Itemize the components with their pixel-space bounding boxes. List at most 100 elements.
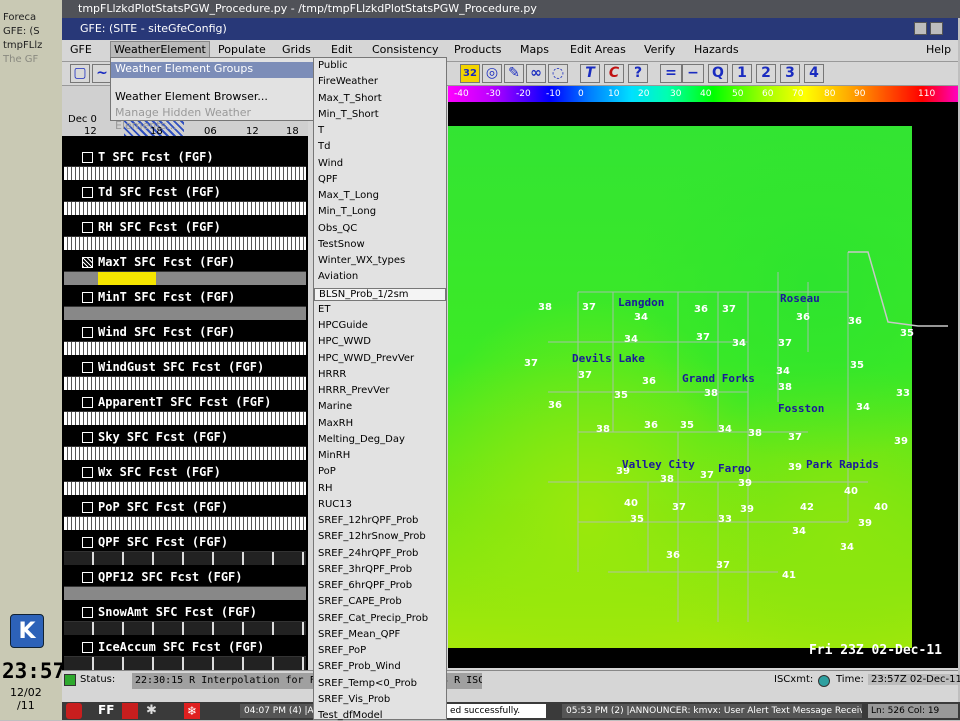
t-button[interactable]: T <box>580 64 600 83</box>
submenu-item[interactable]: SREF_Prob_Wind <box>318 661 401 672</box>
element-row[interactable]: T SFC Fcst (FGF) <box>62 148 308 183</box>
element-checkbox[interactable] <box>82 222 93 233</box>
view-2-button[interactable]: 2 <box>756 64 776 83</box>
grid-32-button[interactable]: 32 <box>460 64 480 83</box>
submenu-item[interactable]: SREF_Mean_QPF <box>318 629 400 640</box>
submenu-item[interactable]: Winter_WX_types <box>318 255 405 266</box>
element-checkbox[interactable] <box>82 607 93 618</box>
view-1-button[interactable]: 1 <box>732 64 752 83</box>
element-checkbox[interactable] <box>82 152 93 163</box>
menu-item-weather-element-browser[interactable]: Weather Element Browser... <box>115 90 268 103</box>
submenu-item[interactable]: RUC13 <box>318 499 352 510</box>
element-row[interactable]: QPF12 SFC Fcst (FGF) <box>62 568 308 603</box>
grid-strip[interactable] <box>64 551 306 565</box>
kde-icon[interactable]: K <box>10 614 44 648</box>
ff-label[interactable]: FF <box>98 703 114 717</box>
help-button[interactable]: ? <box>628 64 648 83</box>
snow-icon[interactable]: ❄ <box>184 703 200 719</box>
color-bar[interactable]: -40 -30 -20 -10 0 10 20 30 40 50 60 70 8… <box>448 86 958 102</box>
grid-strip[interactable] <box>64 656 306 670</box>
submenu-item[interactable]: RH <box>318 483 332 494</box>
menu-verify[interactable]: Verify <box>644 43 675 56</box>
submenu-item[interactable]: SREF_12hrSnow_Prob <box>318 531 426 542</box>
element-row[interactable]: ApparentT SFC Fcst (FGF) <box>62 393 308 428</box>
submenu-item[interactable]: Public <box>318 60 348 71</box>
element-checkbox[interactable] <box>82 292 93 303</box>
submenu-item[interactable]: Aviation <box>318 271 358 282</box>
menu-hazards[interactable]: Hazards <box>694 43 739 56</box>
app-icon[interactable] <box>66 703 82 719</box>
iscxmt-indicator-icon[interactable] <box>818 675 830 687</box>
element-row[interactable]: Sky SFC Fcst (FGF) <box>62 428 308 463</box>
select-tool-icon[interactable]: ▢ <box>70 64 90 83</box>
submenu-item[interactable]: BLSN_Prob_1/2sm <box>314 287 446 301</box>
submenu-item[interactable]: Max_T_Short <box>318 93 382 104</box>
submenu-item[interactable]: SREF_6hrQPF_Prob <box>318 580 412 591</box>
minus-icon[interactable]: − <box>682 64 704 83</box>
grid-strip[interactable] <box>64 271 306 285</box>
task-gfe[interactable]: GFE: (S <box>3 26 40 37</box>
element-row[interactable]: Wx SFC Fcst (FGF) <box>62 463 308 498</box>
task-gf[interactable]: The GF <box>3 54 38 65</box>
menu-app-icon[interactable] <box>122 703 138 719</box>
gear-icon[interactable]: ✱ <box>146 703 157 718</box>
pencil-icon[interactable]: ✎ <box>504 64 524 83</box>
submenu-item[interactable]: Test_dfModel <box>318 710 383 721</box>
element-checkbox[interactable] <box>82 642 93 653</box>
grid-strip[interactable] <box>64 411 306 425</box>
grid-strip[interactable] <box>64 166 306 180</box>
menu-grids[interactable]: Grids <box>282 43 311 56</box>
submenu-item[interactable]: PoP <box>318 466 336 477</box>
submenu-item[interactable]: HPC_WWD_PrevVer <box>318 353 414 364</box>
element-checkbox[interactable] <box>82 467 93 478</box>
element-row[interactable]: MinT SFC Fcst (FGF) <box>62 288 308 323</box>
element-checkbox[interactable] <box>82 537 93 548</box>
task-item[interactable]: 05:53 PM (2) |ANNOUNCER: kmvx: User Aler… <box>562 704 862 718</box>
submenu-item[interactable]: HPC_WWD <box>318 336 371 347</box>
element-row[interactable]: Wind SFC Fcst (FGF) <box>62 323 308 358</box>
element-row[interactable]: RH SFC Fcst (FGF) <box>62 218 308 253</box>
menu-populate[interactable]: Populate <box>218 43 266 56</box>
submenu-item[interactable]: Marine <box>318 401 352 412</box>
submenu-item[interactable]: SREF_Vis_Prob <box>318 694 390 705</box>
element-checkbox[interactable] <box>82 432 93 443</box>
submenu-item[interactable]: Td <box>318 141 330 152</box>
element-row[interactable]: Td SFC Fcst (FGF) <box>62 183 308 218</box>
menu-help[interactable]: Help <box>926 43 951 56</box>
submenu-item[interactable]: FireWeather <box>318 76 378 87</box>
menu-maps[interactable]: Maps <box>520 43 549 56</box>
submenu-item[interactable]: Obs_QC <box>318 223 357 234</box>
submenu-item[interactable]: HRRR <box>318 369 346 380</box>
grid-strip[interactable] <box>64 446 306 460</box>
submenu-item[interactable]: Wind <box>318 158 343 169</box>
maximize-button[interactable] <box>930 22 943 35</box>
c-button[interactable]: C <box>604 64 624 83</box>
menu-weatherelement[interactable]: WeatherElement <box>110 41 210 58</box>
element-row[interactable]: QPF SFC Fcst (FGF) <box>62 533 308 568</box>
element-checkbox[interactable] <box>82 327 93 338</box>
element-checkbox[interactable] <box>82 572 93 583</box>
menu-gfe[interactable]: GFE <box>70 43 92 56</box>
maxt-grid-block[interactable] <box>98 272 156 285</box>
grid-strip[interactable] <box>64 621 306 635</box>
submenu-item[interactable]: Min_T_Long <box>318 206 376 217</box>
submenu-item[interactable]: MaxRH <box>318 418 353 429</box>
element-checkbox[interactable] <box>82 502 93 513</box>
submenu-item[interactable]: TestSnow <box>318 239 365 250</box>
grid-strip[interactable] <box>64 516 306 530</box>
grid-strip[interactable] <box>64 481 306 495</box>
minimize-button[interactable] <box>914 22 927 35</box>
spatial-editor-map[interactable]: 38 37 34 36 37 36 36 34 37 34 35 37 37 36 37 35 34 35 38 38… <box>448 102 958 668</box>
grid-strip[interactable] <box>64 306 306 320</box>
grid-strip[interactable] <box>64 201 306 215</box>
element-checkbox[interactable] <box>82 362 93 373</box>
element-row[interactable]: WindGust SFC Fcst (FGF) <box>62 358 308 393</box>
menu-item-weather-element-groups[interactable]: Weather Element Groups <box>111 62 315 78</box>
target-icon[interactable]: ◎ <box>482 64 502 83</box>
element-row[interactable]: IceAccum SFC Fcst (FGF) <box>62 638 308 673</box>
element-checkbox[interactable] <box>82 397 93 408</box>
grid-strip[interactable] <box>64 236 306 250</box>
submenu-item[interactable]: SREF_Cat_Precip_Prob <box>318 613 428 624</box>
submenu-item[interactable]: T <box>318 125 324 136</box>
submenu-item[interactable]: Min_T_Short <box>318 109 379 120</box>
